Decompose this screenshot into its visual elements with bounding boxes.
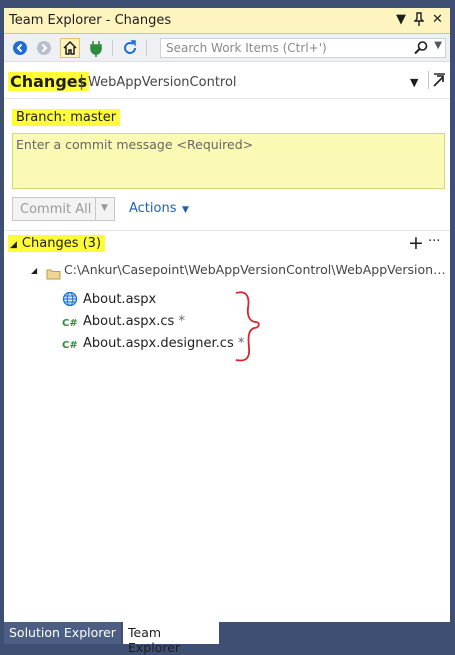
page-header: Changes | WebAppVersionControl ▼: [4, 66, 450, 99]
refresh-icon[interactable]: [120, 38, 140, 58]
expand-folder-icon[interactable]: ◢: [31, 266, 37, 275]
section-divider: [4, 230, 450, 231]
chevron-down-icon: ▼: [101, 203, 108, 213]
commit-all-dropdown[interactable]: ▼: [95, 198, 115, 220]
toolbar-separator: [112, 40, 113, 56]
commit-message-input[interactable]: Enter a commit message <Required>: [12, 133, 445, 189]
file-item-about-aspx[interactable]: About.aspx: [83, 292, 156, 307]
home-icon[interactable]: [60, 38, 80, 58]
search-placeholder: Search Work Items (Ctrl+'): [166, 41, 327, 55]
changes-section-header[interactable]: ◢ Changes (3): [8, 235, 106, 252]
project-name: WebAppVersionControl: [88, 75, 237, 90]
commit-all-label: Commit All: [20, 202, 92, 217]
window-dropdown-icon[interactable]: ▼: [396, 12, 406, 27]
bottom-tab-bar: Solution Explorer Team Explorer: [4, 622, 450, 655]
web-file-icon: [62, 291, 78, 311]
title-bar: Team Explorer - Changes ▼ ✕: [4, 8, 450, 34]
more-options-icon[interactable]: ···: [428, 234, 440, 249]
modified-marker: *: [178, 314, 185, 329]
svg-text:C#: C#: [62, 318, 78, 329]
collapse-triangle-icon[interactable]: ◢: [10, 240, 17, 250]
back-icon[interactable]: [10, 38, 30, 58]
file-name: About.aspx.designer.cs: [83, 336, 234, 351]
folder-path[interactable]: C:\Ankur\Casepoint\WebAppVersionControl\…: [64, 262, 446, 277]
toolbar-separator: [146, 40, 147, 56]
file-name: About.aspx.cs: [83, 314, 175, 329]
file-item-about-aspx-cs[interactable]: About.aspx.cs *: [83, 314, 185, 329]
commit-all-button[interactable]: Commit All ▼: [12, 197, 115, 221]
search-work-items-input[interactable]: Search Work Items (Ctrl+') ▼: [160, 38, 446, 58]
page-title[interactable]: Changes: [8, 72, 90, 91]
toolbar: Search Work Items (Ctrl+') ▼: [4, 34, 450, 62]
search-icon[interactable]: [413, 40, 429, 60]
csharp-file-icon: C#: [62, 336, 80, 355]
folder-icon: [46, 265, 61, 284]
file-name: About.aspx: [83, 292, 157, 307]
branch-label: Branch:: [16, 110, 67, 125]
add-icon[interactable]: +: [408, 232, 424, 254]
window-title: Team Explorer - Changes: [9, 13, 172, 28]
popout-icon[interactable]: [428, 71, 447, 89]
search-dropdown-icon[interactable]: ▼: [434, 40, 442, 51]
close-icon[interactable]: ✕: [432, 12, 443, 27]
csharp-file-icon: C#: [62, 314, 80, 333]
header-divider: |: [79, 72, 85, 90]
team-explorer-window: Team Explorer - Changes ▼ ✕ Search Work …: [4, 8, 450, 655]
pin-icon[interactable]: [413, 12, 425, 30]
connect-icon[interactable]: [86, 38, 106, 58]
tab-team-explorer[interactable]: Team Explorer: [123, 622, 219, 655]
page-dropdown-icon[interactable]: ▼: [410, 76, 418, 89]
branch-indicator: Branch: master: [12, 109, 121, 126]
svg-text:C#: C#: [62, 340, 78, 351]
branch-name-link[interactable]: master: [70, 110, 116, 125]
file-item-about-aspx-designer-cs[interactable]: About.aspx.designer.cs *: [83, 336, 244, 351]
forward-icon[interactable]: [34, 38, 54, 58]
actions-dropdown-icon[interactable]: ▼: [182, 205, 189, 215]
tab-solution-explorer[interactable]: Solution Explorer: [4, 622, 121, 644]
actions-menu[interactable]: Actions: [129, 201, 177, 216]
changes-section-title: Changes (3): [21, 236, 102, 251]
commit-message-placeholder: Enter a commit message <Required>: [16, 137, 254, 152]
red-brace-annotation: [235, 291, 260, 362]
